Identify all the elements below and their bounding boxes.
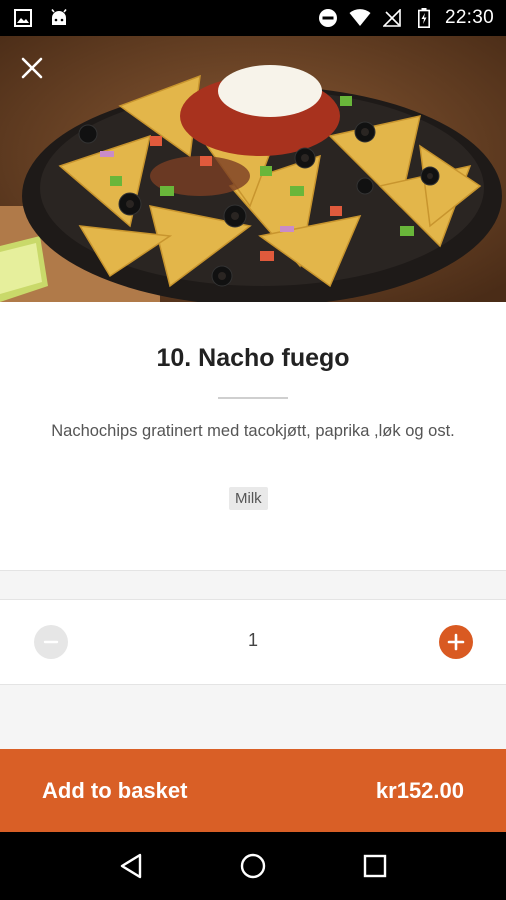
decrement-button[interactable] (34, 625, 68, 659)
product-description: Nachochips gratinert med tacokjøtt, papr… (51, 422, 455, 440)
wifi-icon (349, 7, 371, 29)
gallery-icon (12, 7, 34, 29)
close-button[interactable] (14, 50, 50, 86)
battery-charging-icon (413, 7, 435, 29)
product-info: 10. Nacho fuego Nachochips gratinert med… (0, 302, 506, 570)
increment-button[interactable] (439, 625, 473, 659)
title-divider (218, 397, 288, 399)
plus-icon (447, 633, 465, 651)
status-time: 22:30 (444, 7, 494, 28)
minus-icon (43, 640, 59, 644)
quantity-stepper: 1 (0, 600, 506, 685)
recents-button[interactable] (355, 846, 395, 886)
section-separator (0, 570, 506, 600)
product-image (0, 36, 506, 302)
status-bar: 22:30 (0, 0, 506, 36)
allergen-badge: Milk (229, 487, 268, 510)
do-not-disturb-icon (317, 7, 339, 29)
add-to-basket-label: Add to basket (42, 777, 188, 803)
add-to-basket-button[interactable]: Add to basket kr152.00 (0, 749, 506, 832)
status-right-icons: 22:30 (317, 7, 494, 29)
home-icon (240, 853, 266, 879)
basket-price: kr152.00 (375, 777, 464, 803)
product-title: 10. Nacho fuego (156, 344, 350, 372)
spacer-band (0, 685, 506, 749)
status-left-icons (12, 7, 70, 29)
recents-icon (363, 854, 387, 878)
quantity-value: 1 (247, 630, 258, 650)
android-icon (48, 7, 70, 29)
home-button[interactable] (233, 846, 273, 886)
system-nav-bar (0, 832, 506, 900)
back-button[interactable] (111, 846, 151, 886)
signal-icon (381, 7, 403, 29)
close-icon (21, 57, 43, 79)
nachos-illustration (0, 36, 506, 302)
back-icon (120, 853, 142, 879)
